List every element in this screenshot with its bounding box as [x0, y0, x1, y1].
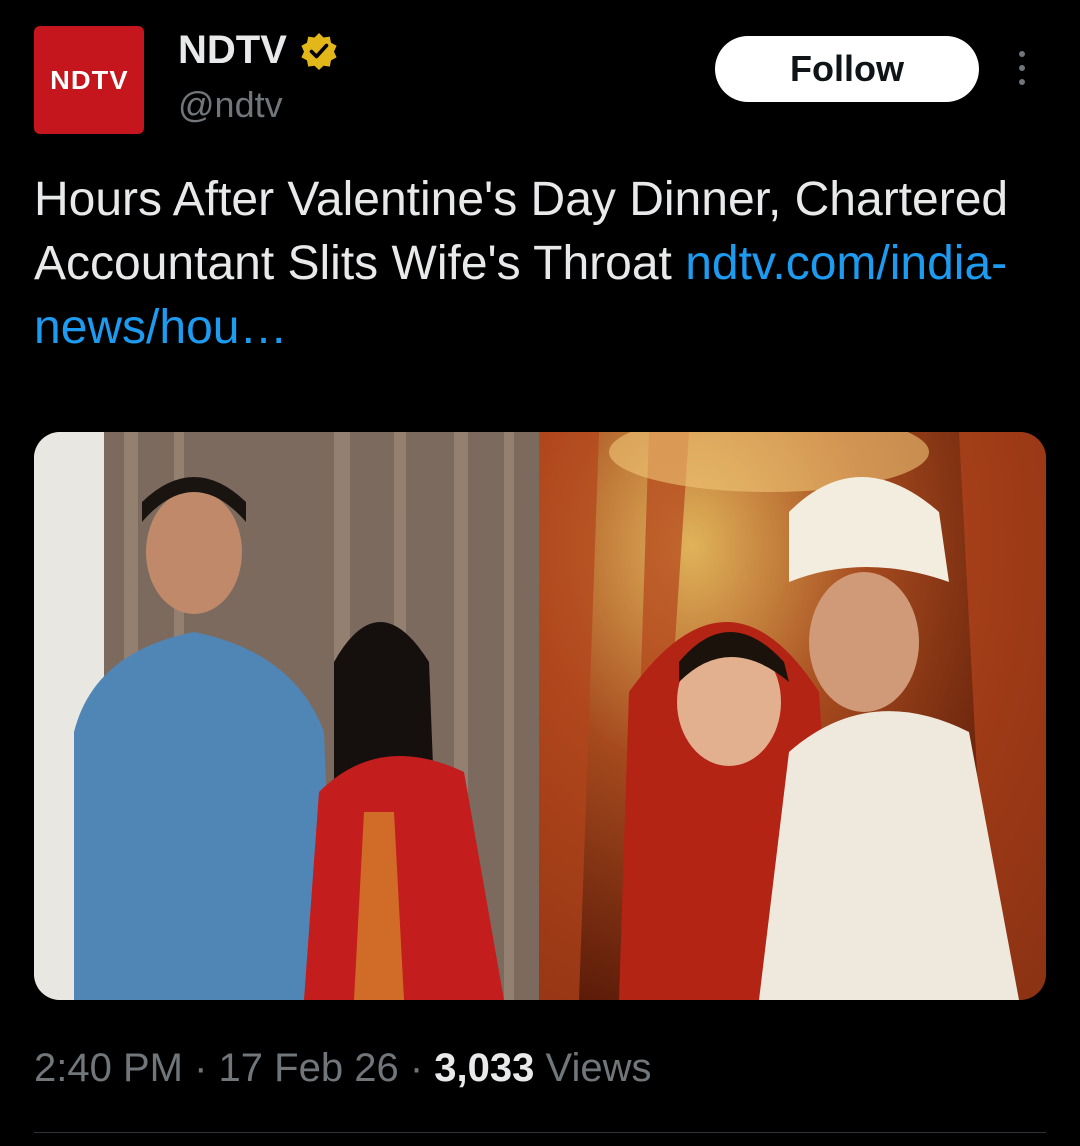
author-handle[interactable]: @ndtv	[178, 84, 283, 126]
author-avatar[interactable]: NDTV	[34, 26, 144, 134]
tweet-text: Hours After Valentine's Day Dinner, Char…	[34, 168, 1044, 360]
tweet-header: NDTV NDTV @ndtv Follow	[0, 0, 1080, 150]
author-display-name[interactable]: NDTV	[178, 28, 287, 73]
views-label: Views	[545, 1046, 652, 1090]
avatar-logo-text: NDTV	[49, 64, 129, 95]
views-count: 3,033	[434, 1046, 535, 1090]
tweet-date[interactable]: 17 Feb 26	[219, 1046, 399, 1090]
media-photo-couple-wedding[interactable]	[539, 432, 1046, 1000]
photo-left-illustration	[34, 432, 539, 1000]
meta-separator: ·	[194, 1046, 208, 1090]
tweet-meta: 2:40 PM · 17 Feb 26 · 3,033 Views	[34, 1046, 651, 1091]
meta-separator: ·	[409, 1046, 424, 1090]
media-photo-couple-casual[interactable]	[34, 432, 539, 1000]
divider	[34, 1132, 1046, 1133]
tweet-time[interactable]: 2:40 PM	[34, 1046, 183, 1090]
follow-button[interactable]: Follow	[715, 36, 979, 102]
verified-badge-icon[interactable]	[299, 31, 339, 71]
tweet-media[interactable]	[34, 432, 1046, 1000]
photo-right-illustration	[539, 432, 1046, 1000]
author-name-row[interactable]: NDTV	[178, 28, 339, 73]
more-options-icon[interactable]	[1010, 46, 1034, 94]
